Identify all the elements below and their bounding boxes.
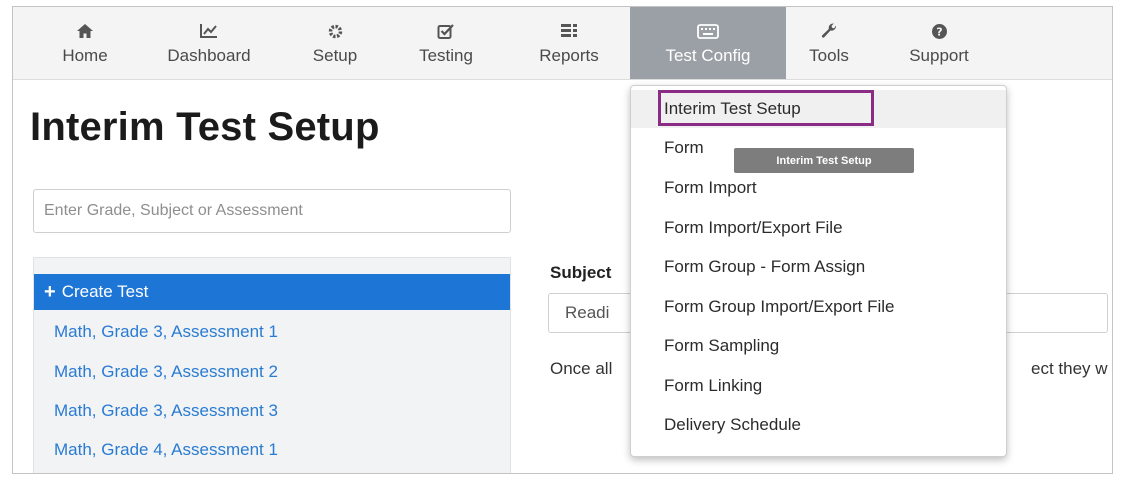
menu-item-form-sampling[interactable]: Form Sampling (631, 327, 1006, 365)
test-list-item[interactable]: Math, Grade 3, Assessment 3 (54, 401, 278, 421)
wrench-icon (820, 20, 838, 42)
menu-item-form-group-import-export[interactable]: Form Group Import/Export File (631, 288, 1006, 326)
search-input[interactable] (33, 189, 511, 233)
plus-icon: + (44, 280, 56, 303)
test-list-item[interactable]: Math, Grade 4, Assessment 1 (54, 440, 278, 460)
nav-reports[interactable]: Reports (517, 7, 621, 79)
nav-home-label: Home (62, 46, 108, 65)
create-test-label: Create Test (61, 282, 149, 301)
nav-setup-label: Setup (312, 46, 358, 65)
top-nav: Home Dashboard Setup Testing Reports Tes… (13, 7, 1112, 80)
nav-reports-label: Reports (539, 46, 599, 65)
instruction-text-tail: ect they w (1031, 359, 1108, 378)
menu-item-label: Form Group Import/Export File (664, 297, 895, 316)
nav-setup[interactable]: Setup (297, 7, 373, 79)
page-title: Interim Test Setup (30, 105, 380, 149)
keyboard-icon (697, 20, 719, 42)
nav-testing-label: Testing (419, 46, 473, 65)
subject-select-value: Readi (565, 303, 610, 322)
menu-item-label: Form (664, 138, 704, 157)
menu-item-label: Delivery Schedule (664, 415, 802, 434)
app-frame: Home Dashboard Setup Testing Reports Tes… (12, 6, 1113, 474)
tooltip: Interim Test Setup (734, 148, 914, 173)
menu-item-label: Form Import (664, 178, 757, 197)
home-icon (76, 20, 94, 42)
test-config-dropdown: Interim Test Setup Form Form Import Form… (630, 85, 1007, 457)
menu-item-form-linking[interactable]: Form Linking (631, 367, 1006, 405)
menu-item-form-group-assign[interactable]: Form Group - Form Assign (631, 248, 1006, 286)
reports-icon (560, 20, 578, 42)
gear-icon (327, 20, 344, 42)
question-icon: ? (931, 20, 948, 42)
menu-item-label: Form Import/Export File (664, 218, 843, 237)
test-list-item[interactable]: Math, Grade 3, Assessment 2 (54, 362, 278, 382)
nav-support-label: Support (909, 46, 969, 65)
menu-item-form-import[interactable]: Form Import (631, 169, 1006, 207)
menu-item-label: Form Linking (664, 376, 763, 395)
menu-item-label: Form Sampling (664, 336, 780, 355)
instruction-text: Once all (550, 359, 613, 378)
chart-icon (199, 20, 219, 42)
nav-test-config-label: Test Config (665, 46, 751, 65)
menu-item-form-import-export-file[interactable]: Form Import/Export File (631, 209, 1006, 247)
nav-tools[interactable]: Tools (796, 7, 862, 79)
nav-test-config[interactable]: Test Config (630, 7, 786, 79)
nav-dashboard[interactable]: Dashboard (149, 7, 269, 79)
highlight-box (658, 90, 874, 126)
subject-label: Subject (550, 263, 612, 282)
nav-home[interactable]: Home (49, 7, 121, 79)
checkbox-icon (437, 20, 455, 42)
test-list-panel: + Create Test Math, Grade 3, Assessment … (33, 257, 511, 473)
menu-item-label: Form Group - Form Assign (664, 257, 866, 276)
nav-support[interactable]: ? Support (889, 7, 989, 79)
test-list-item[interactable]: Math, Grade 3, Assessment 1 (54, 322, 278, 342)
nav-dashboard-label: Dashboard (167, 46, 251, 65)
nav-testing[interactable]: Testing (399, 7, 493, 79)
svg-text:?: ? (936, 25, 942, 38)
create-test-button[interactable]: + Create Test (34, 274, 510, 310)
menu-item-delivery-schedule[interactable]: Delivery Schedule (631, 406, 1006, 444)
nav-tools-label: Tools (809, 46, 849, 65)
